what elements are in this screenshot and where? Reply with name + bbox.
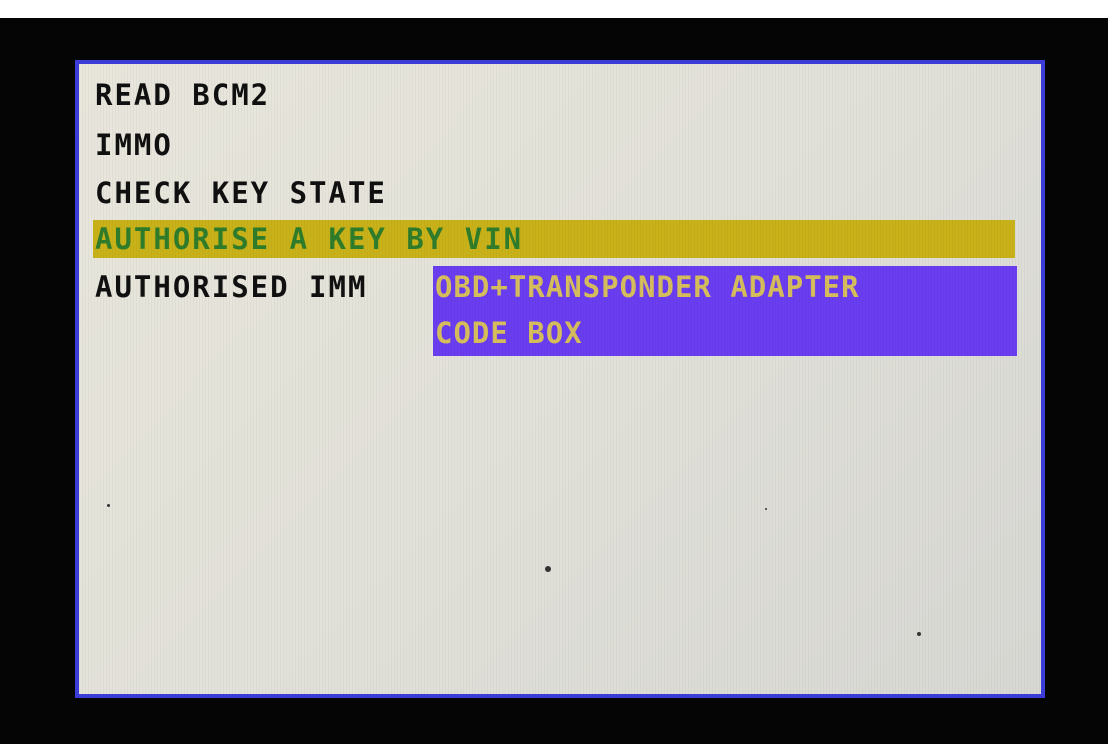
- menu-item-authorised-immo[interactable]: AUTHORISED IMM: [95, 268, 367, 306]
- menu-item-read-bcm2[interactable]: READ BCM2: [95, 76, 270, 114]
- screen-dust-speck: [917, 632, 921, 636]
- screen-dust-speck: [107, 504, 110, 507]
- popup-option-code-box[interactable]: CODE BOX: [435, 314, 583, 352]
- device-screen: READ BCM2 IMMO CHECK KEY STATE AUTHORISE…: [75, 60, 1045, 698]
- option-popup: OBD+TRANSPONDER ADAPTER CODE BOX: [433, 266, 1017, 356]
- menu-item-authorise-key-by-vin[interactable]: AUTHORISE A KEY BY VIN: [93, 220, 1015, 258]
- bezel-edge: [0, 0, 1108, 18]
- menu-item-immo[interactable]: IMMO: [95, 126, 173, 164]
- device-photo: READ BCM2 IMMO CHECK KEY STATE AUTHORISE…: [0, 0, 1108, 744]
- screen-dust-speck: [545, 566, 551, 572]
- menu-item-check-key-state[interactable]: CHECK KEY STATE: [95, 174, 387, 212]
- screen-dust-speck: [765, 508, 767, 510]
- popup-option-obd-transponder-adapter[interactable]: OBD+TRANSPONDER ADAPTER: [435, 268, 860, 306]
